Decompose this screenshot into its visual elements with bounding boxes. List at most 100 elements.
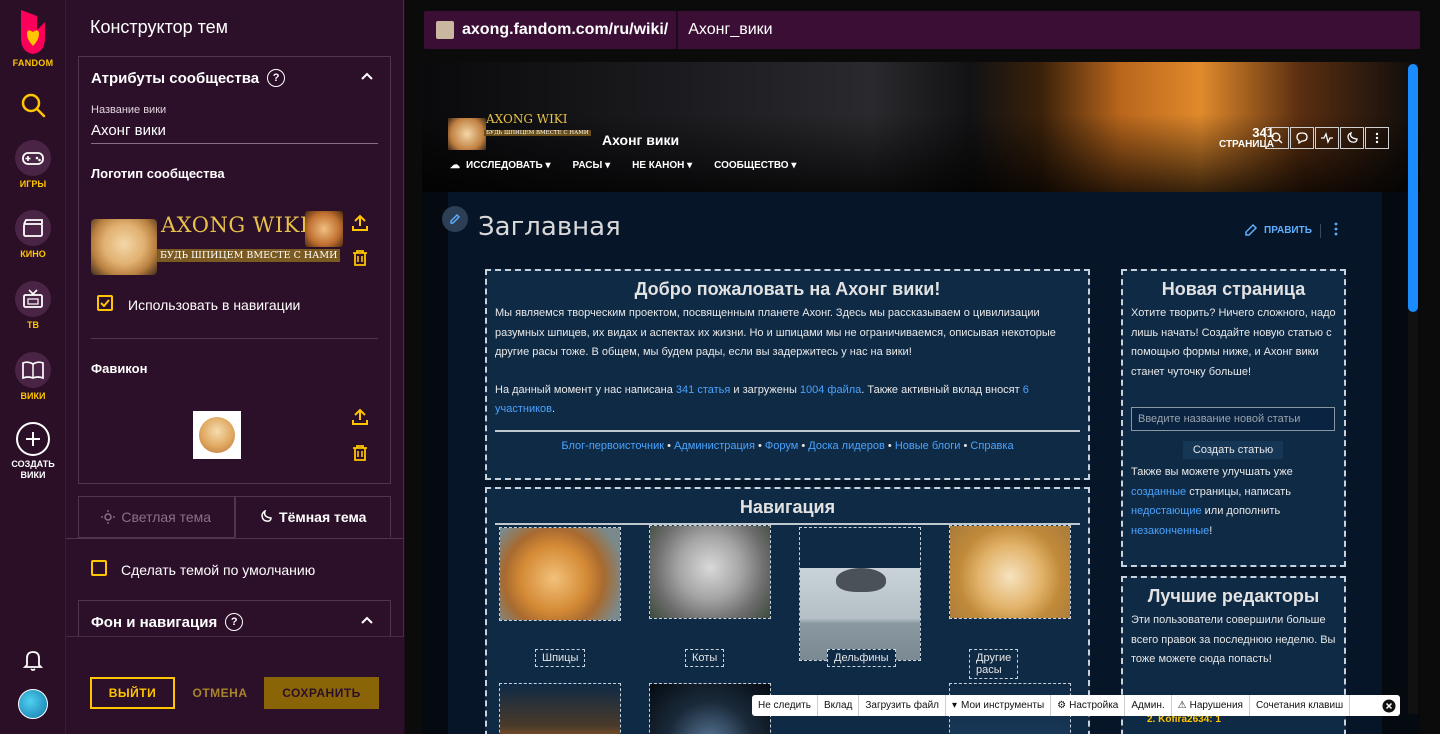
page-actions-icon[interactable]: [1334, 222, 1338, 236]
theme-edit-button[interactable]: [442, 206, 468, 232]
nav-card-image: [500, 684, 620, 734]
nav-non-canon[interactable]: НЕ КАНОН ▾: [632, 160, 692, 171]
admin-button[interactable]: Админ.: [1125, 695, 1172, 716]
reports-label: Нарушения: [1189, 700, 1243, 711]
contributions-button[interactable]: Вклад: [818, 695, 860, 716]
create-wiki-button[interactable]: СОЗДАТЬ ВИКИ: [0, 422, 66, 481]
preview-scrollbar[interactable]: [1408, 64, 1418, 714]
kebab-icon: [1375, 132, 1379, 144]
caret-down-icon: ▾: [952, 700, 958, 711]
rail-item-movies[interactable]: КИНО: [0, 210, 66, 260]
nav-card-cats[interactable]: [649, 525, 771, 619]
favicon-label: Фавикон: [91, 361, 148, 376]
dolphin-image: [800, 568, 920, 660]
nav-card-label[interactable]: Дельфины: [827, 649, 896, 667]
new-article-input[interactable]: Введите название новой статьи: [1131, 407, 1335, 431]
nav-card-spitz[interactable]: [499, 527, 621, 621]
avatar: [18, 689, 48, 719]
use-in-navigation-checkbox[interactable]: [97, 295, 113, 311]
theme-toggle-button[interactable]: [1340, 127, 1364, 149]
help-link[interactable]: Справка: [970, 440, 1013, 452]
stats-text: .: [552, 403, 556, 415]
nav-community[interactable]: СООБЩЕСТВО ▾: [714, 160, 796, 171]
scrollbar-thumb[interactable]: [1408, 64, 1418, 312]
help-icon[interactable]: ?: [267, 69, 286, 87]
created-link[interactable]: созданные: [1131, 486, 1186, 498]
my-tools-button[interactable]: ▾ Мои инструменты: [946, 695, 1052, 716]
logo-text: AXONG WIKI: [161, 213, 309, 237]
customize-button[interactable]: ⚙ Настройка: [1051, 695, 1126, 716]
nav-card-label[interactable]: Коты: [685, 649, 725, 667]
tab-dark-theme[interactable]: Тёмная тема: [234, 496, 391, 538]
wiki-name[interactable]: Ахонг вики: [602, 132, 679, 148]
articles-link[interactable]: 341 статья: [676, 384, 730, 396]
new-blogs-link[interactable]: Новые блоги: [895, 440, 961, 452]
reports-button[interactable]: ⚠ Нарушения: [1172, 695, 1250, 716]
community-attributes-section: Атрибуты сообщества ? Название вики Ахон…: [78, 56, 391, 484]
upload-logo-button[interactable]: [350, 213, 370, 233]
save-button[interactable]: СОХРАНИТЬ: [264, 677, 379, 709]
delete-logo-button[interactable]: [350, 248, 370, 268]
more-text: !: [1209, 524, 1213, 537]
create-article-button[interactable]: Создать статью: [1183, 441, 1283, 459]
cancel-button[interactable]: ОТМЕНА: [190, 677, 250, 709]
section-header[interactable]: Фон и навигация ?: [79, 601, 390, 636]
edit-page-button[interactable]: ПРАВИТЬ: [1244, 223, 1312, 237]
wiki-name-label: Название вики: [91, 104, 167, 116]
chevron-up-icon[interactable]: [360, 71, 374, 81]
nav-card-label[interactable]: Шпицы: [535, 649, 586, 667]
rail-item-wikis[interactable]: ВИКИ: [0, 352, 66, 402]
more-text: Также вы можете улучшать уже: [1131, 466, 1293, 478]
exit-button[interactable]: ВЫЙТИ: [90, 677, 175, 709]
rail-item-label: ВИКИ: [20, 391, 46, 401]
default-theme-checkbox[interactable]: [91, 560, 107, 576]
leaderboard-link[interactable]: Доска лидеров: [808, 440, 885, 452]
community-logo-preview: AXONG WIKI БУДЬ ШПИЦЕМ ВМЕСТЕ С НАМИ: [91, 211, 343, 277]
user-avatar[interactable]: [0, 689, 66, 719]
wanted-link[interactable]: недостающие: [1131, 505, 1202, 517]
panel-scroll-area[interactable]: Атрибуты сообщества ? Название вики Ахон…: [66, 52, 404, 636]
nav-card-label[interactable]: Другие расы: [969, 649, 1019, 679]
close-toolbar-button[interactable]: [1376, 695, 1400, 716]
discussions-button[interactable]: [1290, 127, 1314, 149]
shortcuts-button[interactable]: Сочетания клавиш: [1250, 695, 1351, 716]
forum-link[interactable]: Форум: [765, 440, 798, 452]
logo-dog-small-image: [305, 211, 343, 247]
help-icon[interactable]: ?: [225, 613, 244, 631]
wiki-logo[interactable]: AXONG WIKI БУДЬ ШПИЦЕМ ВМЕСТЕ С НАМИ: [448, 112, 591, 152]
admin-link[interactable]: Администрация: [674, 440, 755, 452]
wiki-logo-tagline: БУДЬ ШПИЦЕМ ВМЕСТЕ С НАМИ: [484, 130, 591, 136]
rail-item-games[interactable]: ИГРЫ: [0, 140, 66, 190]
wiki-name-input[interactable]: Ахонг вики: [91, 122, 378, 144]
stats-text: На данный момент у нас написана: [495, 383, 676, 396]
unwatch-button[interactable]: Не следить: [752, 695, 818, 716]
search-icon: [21, 93, 46, 118]
nav-card-other-races[interactable]: [949, 525, 1071, 619]
nav-races[interactable]: РАСЫ ▾: [573, 160, 611, 171]
wiki-navigation: ☁ ИССЛЕДОВАТЬ ▾ РАСЫ ▾ НЕ КАНОН ▾ СООБЩЕС…: [450, 160, 818, 171]
nav-explore[interactable]: ☁ ИССЛЕДОВАТЬ ▾: [450, 160, 551, 171]
blog-link[interactable]: Блог-первоисточник: [561, 440, 664, 452]
nav-card-dolphins[interactable]: [799, 527, 921, 661]
logo-dog-image: [91, 219, 157, 275]
trash-icon: [353, 250, 367, 266]
more-tools-button[interactable]: [1365, 127, 1389, 149]
section-header[interactable]: Атрибуты сообщества ?: [79, 57, 390, 99]
fandom-logo[interactable]: FANDOM: [0, 8, 66, 68]
rail-item-tv[interactable]: ТВ: [0, 281, 66, 331]
welcome-stats: На данный момент у нас написана 341 стат…: [487, 381, 1088, 420]
delete-favicon-button[interactable]: [350, 443, 370, 463]
upload-favicon-button[interactable]: [350, 407, 370, 427]
files-link[interactable]: 1004 файла: [800, 384, 861, 396]
chevron-up-icon[interactable]: [360, 615, 374, 625]
wiki-search-button[interactable]: [1265, 127, 1289, 149]
activity-button[interactable]: [1315, 127, 1339, 149]
search-button[interactable]: [0, 92, 66, 123]
upload-file-button[interactable]: Загрузить файл: [859, 695, 946, 716]
app-root: FANDOM ИГРЫ КИНО ТВ ВИКИ СОЗДАТЬ ВИКИ Ко…: [0, 0, 1440, 734]
notifications-button[interactable]: [0, 648, 66, 677]
pencil-icon: [450, 214, 460, 224]
nav-card[interactable]: [499, 683, 621, 734]
stubs-link[interactable]: незаконченные: [1131, 525, 1209, 537]
tab-light-theme[interactable]: Светлая тема: [78, 496, 235, 538]
